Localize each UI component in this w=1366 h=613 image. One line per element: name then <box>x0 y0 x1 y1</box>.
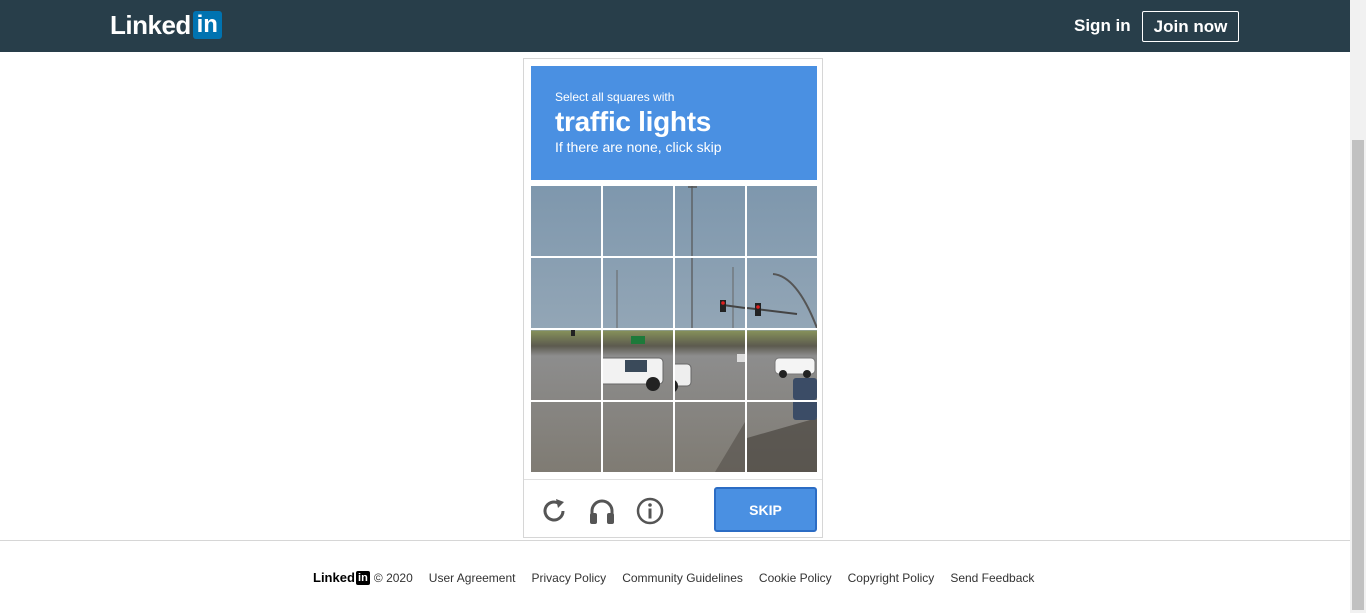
top-navbar: Linked in Sign in Join now <box>0 0 1350 52</box>
reload-icon[interactable] <box>539 496 569 526</box>
logo-text: Linked <box>110 10 191 40</box>
captcha-tile[interactable] <box>747 186 817 256</box>
footer-link-cookie-policy[interactable]: Cookie Policy <box>759 571 832 585</box>
instruction-hint: If there are none, click skip <box>555 139 722 155</box>
captcha-grid <box>531 186 817 472</box>
footer: Linked in © 2020 User Agreement Privacy … <box>313 570 1034 585</box>
captcha-widget: Select all squares with traffic lights I… <box>523 58 823 538</box>
footer-link-privacy-policy[interactable]: Privacy Policy <box>532 571 607 585</box>
vertical-scrollbar[interactable] <box>1350 0 1366 613</box>
captcha-tile[interactable] <box>675 186 745 256</box>
tile-scene <box>603 336 664 391</box>
footer-logo-in-badge: in <box>355 570 370 585</box>
captcha-instructions: Select all squares with traffic lights I… <box>531 66 817 180</box>
linkedin-logo[interactable]: Linked in <box>110 10 222 40</box>
captcha-tile[interactable] <box>675 402 745 472</box>
tile-scene <box>675 354 745 392</box>
join-now-button[interactable]: Join now <box>1142 11 1239 42</box>
captcha-tile[interactable] <box>603 402 673 472</box>
captcha-tile[interactable] <box>675 258 745 328</box>
footer-logo: Linked in <box>313 570 370 585</box>
captcha-tile[interactable] <box>531 258 601 328</box>
tile-scene <box>715 422 745 472</box>
captcha-tile[interactable] <box>747 402 817 472</box>
skip-button[interactable]: SKIP <box>714 487 817 532</box>
logo-in-badge: in <box>192 11 222 39</box>
instruction-text: Select all squares with <box>555 90 675 104</box>
captcha-tile[interactable] <box>747 258 817 328</box>
captcha-target: traffic lights <box>555 106 712 137</box>
tile-scene <box>774 357 817 400</box>
tile-scene <box>603 186 673 256</box>
copyright-text: © 2020 <box>373 570 413 585</box>
footer-link-send-feedback[interactable]: Send Feedback <box>950 571 1034 585</box>
footer-link-copyright-policy[interactable]: Copyright Policy <box>848 571 935 585</box>
tile-scene <box>747 273 817 328</box>
footer-link-community-guidelines[interactable]: Community Guidelines <box>622 571 743 585</box>
info-icon[interactable] <box>635 496 665 526</box>
tile-scene <box>688 186 697 256</box>
captcha-tile[interactable] <box>603 258 673 328</box>
tile-scene <box>691 258 745 328</box>
footer-logo-text: Linked <box>313 570 355 585</box>
scrollbar-thumb[interactable] <box>1352 140 1364 610</box>
captcha-divider <box>524 479 822 480</box>
tile-scene <box>616 270 618 328</box>
tile-scene <box>571 330 575 336</box>
sign-in-link[interactable]: Sign in <box>1074 16 1131 36</box>
captcha-tile[interactable] <box>531 402 601 472</box>
captcha-tile[interactable] <box>531 186 601 256</box>
audio-headphones-icon[interactable] <box>587 496 617 526</box>
tile-scene <box>747 402 817 472</box>
footer-link-user-agreement[interactable]: User Agreement <box>429 571 516 585</box>
captcha-tile[interactable] <box>747 330 817 400</box>
captcha-tile[interactable] <box>675 330 745 400</box>
footer-divider <box>0 540 1350 541</box>
captcha-tile[interactable] <box>603 186 673 256</box>
captcha-tile[interactable] <box>603 330 673 400</box>
captcha-tile[interactable] <box>531 330 601 400</box>
